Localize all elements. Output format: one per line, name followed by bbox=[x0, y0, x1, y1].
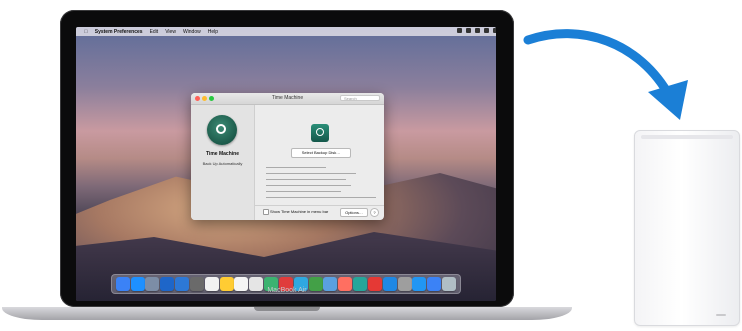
info-text-block bbox=[266, 167, 376, 203]
menu-item-help[interactable]: Help bbox=[208, 29, 218, 35]
control-icon[interactable] bbox=[493, 28, 496, 33]
back-up-automatically-checkbox[interactable]: Back Up Automatically bbox=[191, 161, 254, 166]
menu-item-view[interactable]: View bbox=[165, 29, 176, 35]
time-capsule-device bbox=[634, 130, 740, 326]
laptop-screen:  System Preferences Edit View Window He… bbox=[76, 27, 496, 301]
menu-item-window[interactable]: Window bbox=[183, 29, 201, 35]
backup-disk-icon bbox=[311, 124, 329, 142]
options-button[interactable]: Options… bbox=[340, 208, 368, 217]
menu-app-name[interactable]: System Preferences bbox=[95, 29, 143, 35]
select-backup-disk-button[interactable]: Select Backup Disk… bbox=[291, 148, 351, 158]
backup-arrow-icon bbox=[523, 29, 688, 120]
show-in-menu-bar-label: Show Time Machine in menu bar bbox=[270, 209, 329, 214]
show-in-menu-bar-checkbox[interactable] bbox=[263, 209, 269, 215]
window-titlebar: Time Machine Search bbox=[191, 93, 384, 105]
search-icon[interactable] bbox=[484, 28, 489, 33]
battery-icon[interactable] bbox=[475, 28, 480, 33]
sidebar-pane: Time Machine Back Up Automatically bbox=[191, 105, 255, 220]
time-machine-window: Time Machine Search Time Machine Back Up… bbox=[191, 93, 384, 220]
laptop-hinge-notch bbox=[254, 307, 320, 311]
help-button[interactable]: ? bbox=[370, 208, 379, 217]
menu-bar-status-icons bbox=[457, 28, 496, 33]
time-machine-status-icon[interactable] bbox=[457, 28, 462, 33]
wifi-icon[interactable] bbox=[466, 28, 471, 33]
time-machine-icon bbox=[207, 115, 237, 145]
device-status-light bbox=[716, 314, 726, 316]
window-divider bbox=[254, 205, 384, 206]
app-name-label: Time Machine bbox=[206, 151, 239, 157]
menu-item-edit[interactable]: Edit bbox=[150, 29, 159, 35]
search-field[interactable]: Search bbox=[340, 95, 380, 101]
laptop-model-label: MacBook Air bbox=[267, 287, 307, 294]
apple-menu-icon[interactable]:  bbox=[84, 29, 88, 35]
menu-bar:  System Preferences Edit View Window He… bbox=[76, 27, 496, 36]
